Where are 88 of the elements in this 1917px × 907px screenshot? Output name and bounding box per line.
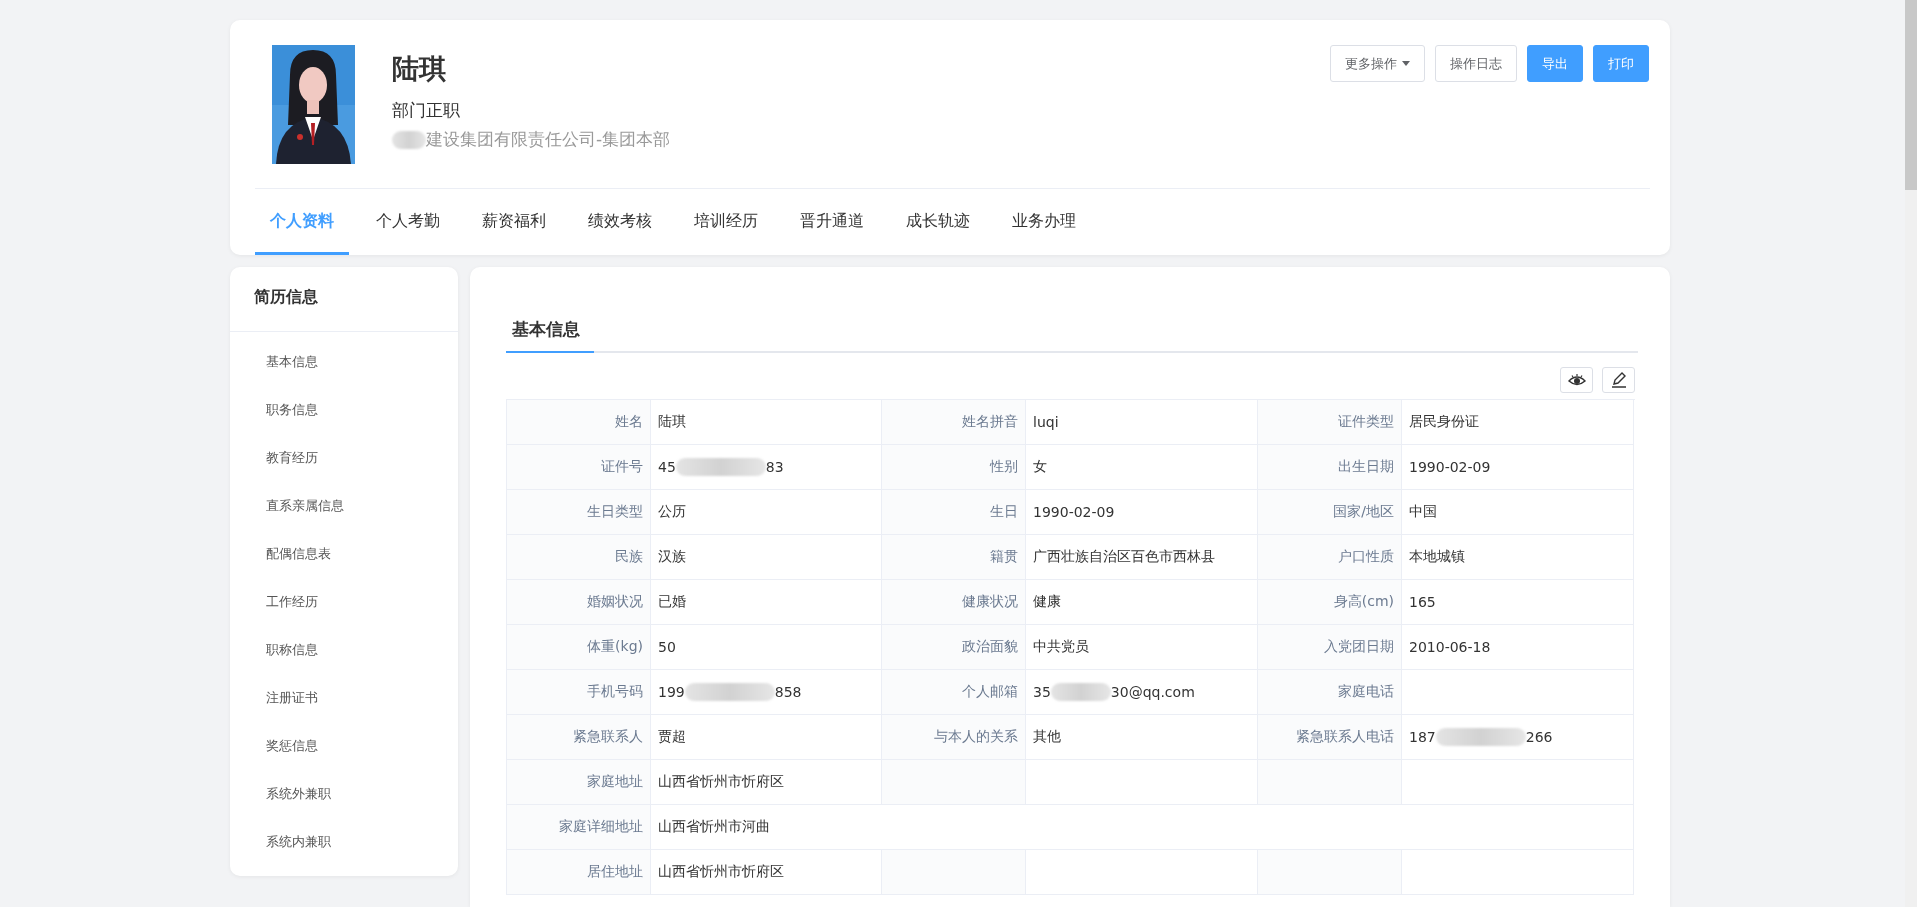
field-label: 体重(kg) [507,625,651,670]
field-value: 中共党员 [1033,638,1089,656]
field-value: 山西省忻州市忻府区 [658,863,784,881]
field-label: 健康状况 [882,580,1026,625]
field-label: 紧急联系人电话 [1258,715,1402,760]
field-value: 50 [658,639,676,655]
field-label: 户口性质 [1258,535,1402,580]
field-value: 广西壮族自治区百色市西林县 [1033,548,1215,566]
field-label: 居住地址 [507,850,651,895]
pen-icon [1610,372,1627,388]
field-value: 165 [1409,594,1436,610]
field-label: 籍贯 [882,535,1026,580]
field-label: 生日 [882,490,1026,535]
field-value: 858 [774,684,802,700]
sidebar-item[interactable]: 职务信息 [230,386,458,434]
field-label: 民族 [507,535,651,580]
field-value: 1990-02-09 [1409,459,1491,475]
scrollbar-thumb[interactable] [1905,0,1917,190]
company-text: 建设集团有限责任公司-集团本部 [426,128,671,151]
field-value: 汉族 [658,548,686,566]
caret-icon [1402,61,1410,66]
tab[interactable]: 绩效考核 [573,189,667,255]
person-name: 陆琪 [392,52,447,86]
field-label: 手机号码 [507,670,651,715]
field-label: 家庭电话 [1258,670,1402,715]
sidebar-item[interactable]: 职称信息 [230,626,458,674]
field-value: 居民身份证 [1409,413,1479,431]
field-label: 证件号 [507,445,651,490]
field-label: 政治面貌 [882,625,1026,670]
sidebar-title: 简历信息 [230,267,458,332]
field-label: 家庭详细地址 [507,805,651,850]
sidebar-item[interactable]: 教育经历 [230,434,458,482]
position-text: 部门正职 [392,99,461,122]
field-value: 健康 [1033,593,1061,611]
tab[interactable]: 业务办理 [997,189,1091,255]
sidebar-item[interactable]: 配偶信息表 [230,530,458,578]
view-button[interactable] [1560,367,1593,393]
field-value: 陆琪 [658,413,686,431]
field-label: 国家/地区 [1258,490,1402,535]
field-label: 入党团日期 [1258,625,1402,670]
field-label: 身高(cm) [1258,580,1402,625]
eye-icon [1567,373,1586,387]
edit-button[interactable] [1602,367,1635,393]
field-value: 2010-06-18 [1409,639,1491,655]
field-label: 性别 [882,445,1026,490]
field-value: 187 [1409,729,1436,745]
sidebar-item[interactable]: 工作经历 [230,578,458,626]
sidebar-item[interactable]: 系统内兼职 [230,818,458,866]
tab[interactable]: 薪资福利 [467,189,561,255]
field-value: 公历 [658,503,686,521]
field-value: 山西省忻州市忻府区 [658,773,784,791]
sidebar-item[interactable]: 系统外兼职 [230,770,458,818]
field-value: luqi [1033,414,1059,430]
field-value: 其他 [1033,728,1061,746]
field-value: 山西省忻州市河曲 [658,818,770,836]
section-tab[interactable]: 基本信息 [506,312,594,353]
field-value: 本地城镇 [1409,548,1465,566]
field-value: 中国 [1409,503,1437,521]
sidebar-item[interactable]: 直系亲属信息 [230,482,458,530]
field-label: 与本人的关系 [882,715,1026,760]
field-value: 45 [658,459,676,475]
field-value: 35 [1033,684,1051,700]
sidebar-item[interactable]: 基本信息 [230,338,458,386]
field-value: 30@qq.com [1110,684,1195,700]
field-label: 姓名拼音 [882,400,1026,445]
dropdown-button[interactable]: 更多操作 [1330,45,1425,82]
sidebar-item[interactable]: 奖惩信息 [230,722,458,770]
field-value: 266 [1525,729,1553,745]
field-label: 生日类型 [507,490,651,535]
tab[interactable]: 晋升通道 [785,189,879,255]
tab[interactable]: 个人考勤 [361,189,455,255]
field-value: 贾超 [658,728,686,746]
field-label: 姓名 [507,400,651,445]
field-value: 199 [658,684,685,700]
tab[interactable]: 培训经历 [679,189,773,255]
sidebar-item[interactable]: 注册证书 [230,674,458,722]
field-label: 紧急联系人 [507,715,651,760]
field-value: 女 [1033,458,1047,476]
field-value: 83 [765,459,784,475]
field-value: 1990-02-09 [1033,504,1115,520]
tab[interactable]: 成长轨迹 [891,189,985,255]
field-label: 证件类型 [1258,400,1402,445]
field-value: 已婚 [658,593,686,611]
field-label: 个人邮箱 [882,670,1026,715]
field-label: 婚姻状况 [507,580,651,625]
field-label: 家庭地址 [507,760,651,805]
field-label: 出生日期 [1258,445,1402,490]
action-button[interactable]: 操作日志 [1435,45,1517,82]
